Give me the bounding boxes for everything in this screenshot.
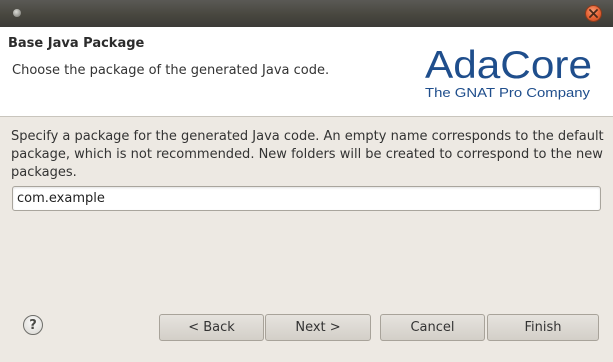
wizard-window: Base Java Package Choose the package of … [0, 0, 613, 362]
close-icon [589, 9, 598, 18]
package-description: Specify a package for the generated Java… [11, 129, 604, 180]
adacore-logo: AdaCore The GNAT Pro Company [425, 44, 592, 100]
help-button[interactable]: ? [23, 315, 43, 335]
logo-wordmark: AdaCore [425, 44, 592, 87]
finish-button[interactable]: Finish [487, 314, 599, 341]
help-icon: ? [29, 317, 37, 333]
page-subtitle: Choose the package of the generated Java… [12, 63, 330, 78]
back-button[interactable]: < Back [159, 314, 264, 341]
package-name-input[interactable] [12, 186, 601, 211]
next-button[interactable]: Next > [265, 314, 371, 341]
cancel-button[interactable]: Cancel [380, 314, 485, 341]
wizard-header: Base Java Package Choose the package of … [0, 27, 613, 117]
page-title: Base Java Package [8, 36, 145, 51]
title-bar [0, 0, 613, 27]
logo-tagline: The GNAT Pro Company [425, 85, 591, 100]
window-menu-icon[interactable] [13, 9, 21, 17]
close-button[interactable] [585, 5, 602, 22]
